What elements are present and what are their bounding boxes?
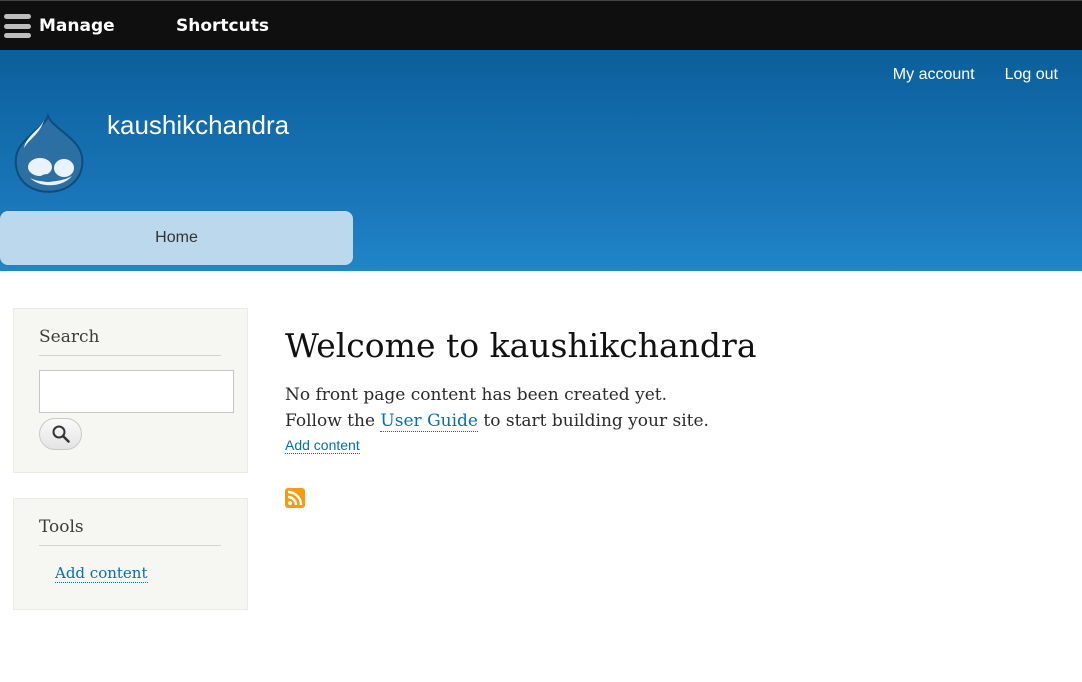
- tools-block: Tools Add content: [13, 498, 248, 610]
- user-guide-message: Follow the User Guide to start building …: [285, 411, 709, 432]
- user-guide-link[interactable]: User Guide: [380, 411, 478, 432]
- admin-toolbar: Manage Shortcuts: [0, 0, 1082, 50]
- user-guide-prefix: Follow the: [285, 411, 376, 431]
- search-icon: [52, 425, 70, 443]
- manage-button[interactable]: Manage: [4, 1, 115, 51]
- search-input[interactable]: [39, 370, 234, 413]
- site-header: My account Log out kaushikchandra Home: [0, 50, 1082, 271]
- drupal-logo-icon[interactable]: [10, 112, 86, 196]
- nav-item-home[interactable]: Home: [0, 211, 353, 265]
- secondary-menu: My account Log out: [893, 66, 1058, 84]
- shortcuts-button[interactable]: Shortcuts: [176, 1, 269, 51]
- search-button[interactable]: [39, 418, 82, 450]
- no-content-message: No front page content has been created y…: [285, 385, 667, 405]
- search-block: Search: [13, 308, 248, 473]
- rss-feed-icon[interactable]: [285, 488, 305, 508]
- shortcuts-label: Shortcuts: [176, 16, 269, 36]
- tools-add-content-link[interactable]: Add content: [55, 565, 148, 583]
- page-title: Welcome to kaushikchandra: [285, 326, 757, 365]
- hamburger-icon: [4, 14, 31, 38]
- log-out-link[interactable]: Log out: [1005, 66, 1058, 84]
- site-name[interactable]: kaushikchandra: [107, 110, 289, 141]
- search-block-title: Search: [39, 327, 221, 356]
- manage-label: Manage: [39, 16, 115, 36]
- user-guide-suffix: to start building your site.: [483, 411, 709, 431]
- my-account-link[interactable]: My account: [893, 66, 975, 84]
- tools-block-title: Tools: [39, 517, 221, 546]
- nav-item-label: Home: [155, 229, 198, 246]
- add-content-link[interactable]: Add content: [285, 437, 360, 454]
